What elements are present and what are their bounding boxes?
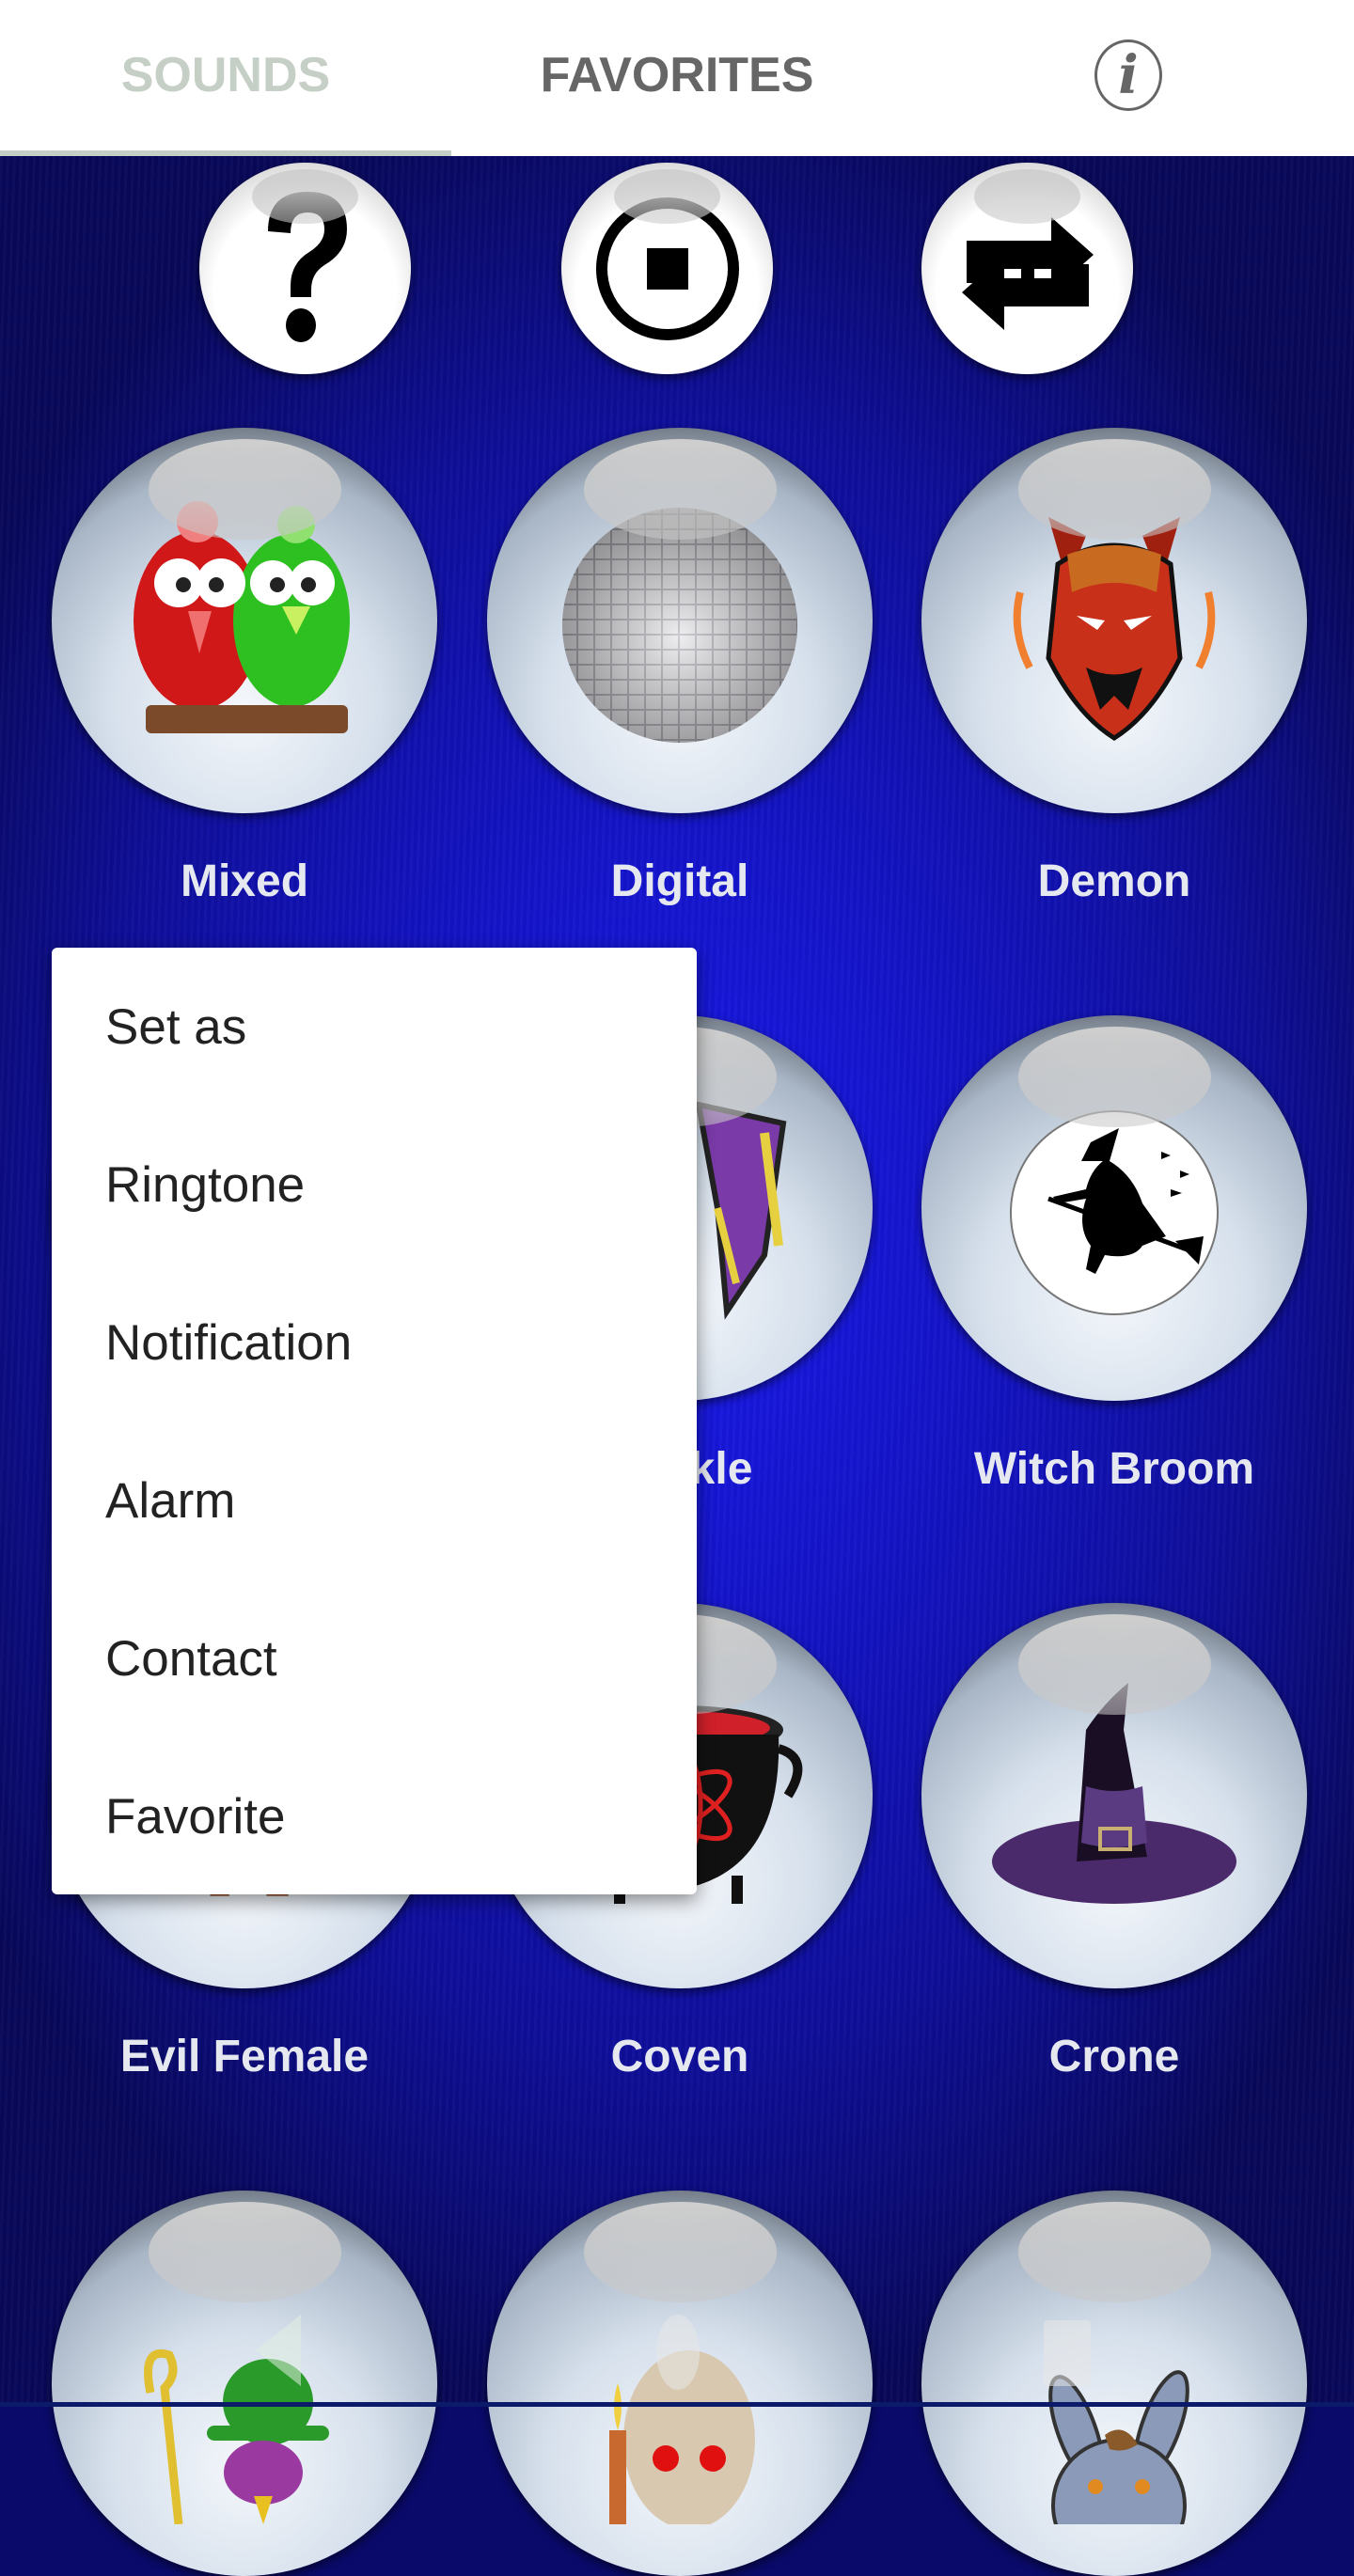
menu-item-ringtone[interactable]: Ringtone [52,1106,697,1264]
sound-tile-mixed[interactable] [52,428,437,813]
system-navigation-bar [0,2294,1354,2407]
bottom-edge [0,2402,1354,2407]
tile-label: Digital [610,856,749,906]
recents-icon[interactable] [1044,2320,1091,2386]
home-icon[interactable] [656,2315,700,2390]
menu-title: Set as [105,998,247,1055]
tile-label: Mixed [180,856,309,906]
tile-label: Coven [610,2032,749,2081]
witch-on-broom-image [921,1015,1307,1401]
sound-tile-witch-broom[interactable] [921,1015,1307,1401]
menu-item-alarm[interactable]: Alarm [52,1422,697,1579]
question-mark-icon [199,163,411,374]
tile-label: Evil Female [119,2032,370,2081]
repeat-icon [921,163,1133,374]
sound-tile-demon[interactable] [921,428,1307,813]
tab-bar: SOUNDS FAVORITES i [0,0,1354,156]
tile-label: Crone [1048,2032,1180,2081]
tab-favorites[interactable]: FAVORITES [451,0,903,150]
set-as-context-menu: Set as Ringtone Notification Alarm Conta… [52,948,697,1894]
active-tab-indicator [0,150,451,156]
menu-item-favorite[interactable]: Favorite [52,1737,697,1895]
menu-item-contact[interactable]: Contact [52,1579,697,1737]
info-button[interactable]: i [903,0,1354,150]
help-button[interactable] [199,163,411,374]
sound-tile-crone[interactable] [921,1603,1307,1988]
menu-item-notification[interactable]: Notification [52,1264,697,1422]
sound-tile-digital[interactable] [487,428,873,813]
repeat-button[interactable] [921,163,1133,374]
disco-ball-image [487,428,873,813]
stop-button[interactable] [561,163,773,374]
tab-sounds[interactable]: SOUNDS [0,0,451,150]
stop-icon [561,163,773,374]
tile-label: Witch Broom [973,1444,1255,1494]
witch-hat-image [921,1603,1307,1988]
two-birds-image [52,428,437,813]
tile-label: Demon [1037,856,1191,906]
info-icon: i [1094,39,1162,111]
back-icon[interactable] [256,2315,301,2386]
demon-face-image [921,428,1307,813]
